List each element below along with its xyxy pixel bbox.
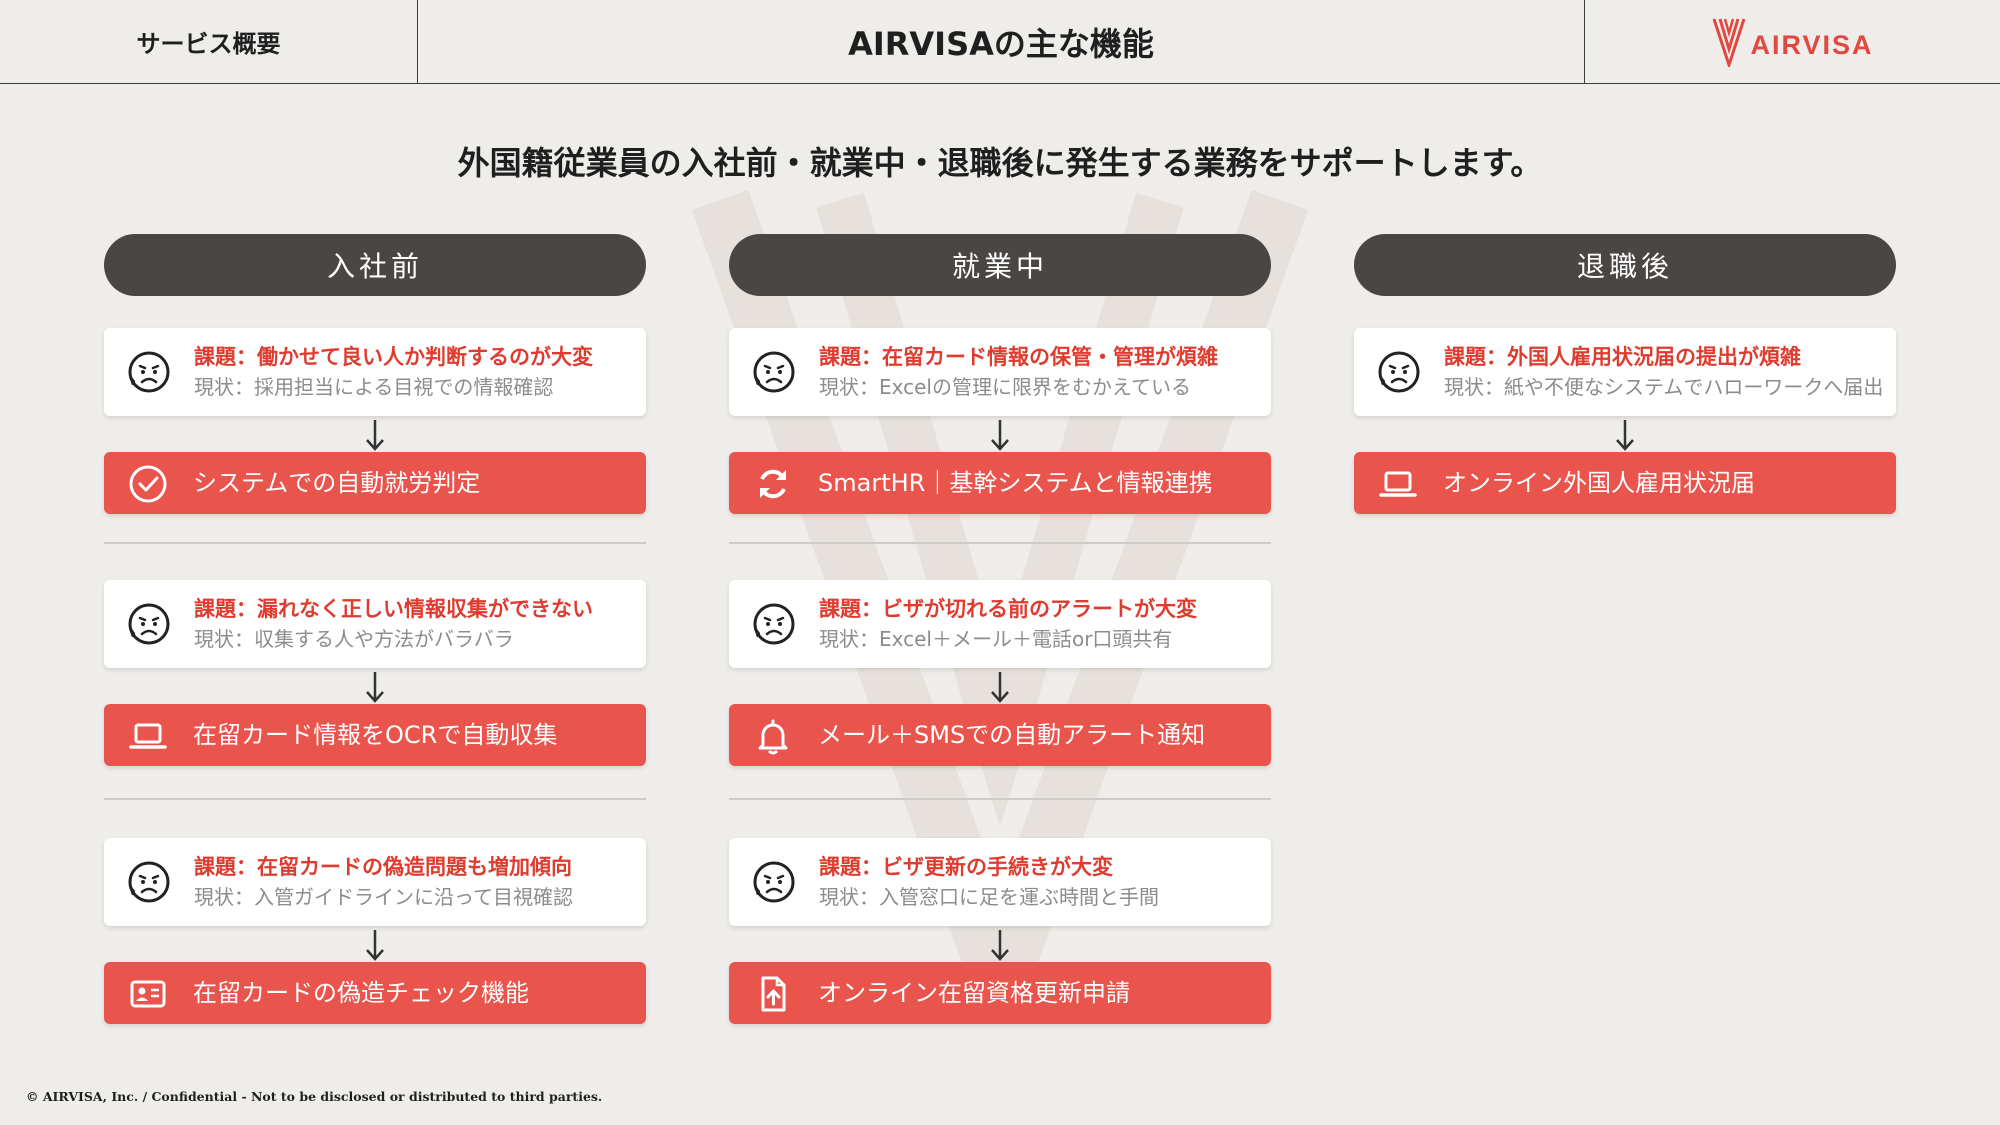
- worried-face-icon: [128, 861, 170, 903]
- status-text: 現状：Excel＋メール＋電話or口頭共有: [819, 627, 1173, 651]
- worried-face-icon: [1378, 351, 1420, 393]
- arrow-down-icon: [991, 672, 1009, 703]
- arrow-down-icon: [366, 420, 384, 451]
- status-text: 現状：収集する人や方法がバラバラ: [194, 627, 514, 651]
- feature-group: 課題：ビザが切れる前のアラートが大変 現状：Excel＋メール＋電話or口頭共有…: [729, 580, 1271, 766]
- feature-group: 課題：在留カードの偽造問題も増加傾向 現状：入管ガイドラインに沿って目視確認 在…: [104, 838, 646, 1024]
- issue-text: 課題：ビザが切れる前のアラートが大変: [819, 597, 1197, 621]
- issue-text: 課題：在留カードの偽造問題も増加傾向: [194, 855, 572, 879]
- subtitle: 外国籍従業員の入社前・就業中・退職後に発生する業務をサポートします。: [457, 144, 1543, 182]
- problem-card: 課題：在留カード情報の保管・管理が煩雑 現状：Excelの管理に限界をむかえてい…: [729, 328, 1271, 416]
- header-bar: サービス概要 AIRVISAの主な機能 AIRVISA: [0, 0, 2000, 84]
- arrow-down-icon: [1616, 420, 1634, 451]
- worried-face-icon: [753, 861, 795, 903]
- column-header: 入社前: [104, 234, 646, 296]
- solution-label: メール＋SMSでの自動アラート通知: [818, 721, 1206, 749]
- bell-icon: [758, 719, 788, 755]
- problem-card: 課題：ビザ更新の手続きが大変 現状：入管窓口に足を運ぶ時間と手間: [729, 838, 1271, 926]
- divider: [729, 542, 1271, 544]
- feature-group: 課題：漏れなく正しい情報収集ができない 現状：収集する人や方法がバラバラ 在留カ…: [104, 580, 646, 766]
- worried-face-icon: [128, 351, 170, 393]
- solution-feature: SmartHR｜基幹システムと情報連携: [729, 452, 1271, 514]
- solution-feature: システムでの自動就労判定: [104, 452, 646, 514]
- airvisa-logo-mark-icon: [1713, 18, 1746, 67]
- arrow-down-icon: [366, 930, 384, 961]
- issue-text: 課題：ビザ更新の手続きが大変: [819, 855, 1113, 879]
- page-title: AIRVISAの主な機能: [848, 24, 1154, 63]
- airvisa-logo: AIRVISA: [1712, 17, 1873, 67]
- column-pre-employment: 入社前 課題：働かせて良い人か判断するのが大変 現状：採用担当による目視での情報…: [104, 234, 646, 1024]
- solution-feature: メール＋SMSでの自動アラート通知: [729, 704, 1271, 766]
- column-header: 就業中: [729, 234, 1271, 296]
- worried-face-icon: [753, 351, 795, 393]
- issue-text: 課題：働かせて良い人か判断するのが大変: [194, 345, 593, 369]
- logo-area: AIRVISA: [1584, 0, 2000, 83]
- solution-feature: 在留カード情報をOCRで自動収集: [104, 704, 646, 766]
- solution-feature: 在留カードの偽造チェック機能: [104, 962, 646, 1024]
- feature-group: 課題：在留カード情報の保管・管理が煩雑 現状：Excelの管理に限界をむかえてい…: [729, 328, 1271, 514]
- status-text: 現状：Excelの管理に限界をむかえている: [819, 375, 1191, 399]
- laptop-icon: [129, 723, 167, 749]
- feature-group: 課題：ビザ更新の手続きが大変 現状：入管窓口に足を運ぶ時間と手間 オンライン在留…: [729, 838, 1271, 1024]
- laptop-icon: [1379, 471, 1417, 497]
- problem-card: 課題：ビザが切れる前のアラートが大変 現状：Excel＋メール＋電話or口頭共有: [729, 580, 1271, 668]
- logo-text: AIRVISA: [1750, 30, 1874, 60]
- section-label: サービス概要: [0, 0, 418, 83]
- solution-label: 在留カードの偽造チェック機能: [193, 979, 529, 1007]
- arrow-down-icon: [991, 420, 1009, 451]
- divider: [104, 798, 646, 800]
- feature-group: 課題：働かせて良い人か判断するのが大変 現状：採用担当による目視での情報確認 シ…: [104, 328, 646, 514]
- column-post-employment: 退職後 課題：外国人雇用状況届の提出が煩雑 現状：紙や不便なシステムでハローワー…: [1354, 234, 1896, 514]
- solution-feature: オンライン在留資格更新申請: [729, 962, 1271, 1024]
- divider: [729, 798, 1271, 800]
- issue-text: 課題：外国人雇用状況届の提出が煩雑: [1444, 345, 1801, 369]
- problem-card: 課題：働かせて良い人か判断するのが大変 現状：採用担当による目視での情報確認: [104, 328, 646, 416]
- sync-icon: [760, 469, 786, 499]
- check-circle-icon: [129, 465, 167, 503]
- status-text: 現状：入管ガイドラインに沿って目視確認: [194, 885, 573, 909]
- status-text: 現状：入管窓口に足を運ぶ時間と手間: [819, 885, 1159, 909]
- solution-feature: オンライン外国人雇用状況届: [1354, 452, 1896, 514]
- arrow-down-icon: [991, 930, 1009, 961]
- worried-face-icon: [753, 603, 795, 645]
- feature-group: 課題：外国人雇用状況届の提出が煩雑 現状：紙や不便なシステムでハローワークへ届出…: [1354, 328, 1896, 514]
- id-card-icon: [130, 980, 166, 1008]
- arrow-down-icon: [366, 672, 384, 703]
- file-upload-icon: [761, 976, 786, 1012]
- column-header: 退職後: [1354, 234, 1896, 296]
- status-text: 現状：採用担当による目視での情報確認: [194, 375, 554, 399]
- divider: [104, 542, 646, 544]
- problem-card: 課題：外国人雇用状況届の提出が煩雑 現状：紙や不便なシステムでハローワークへ届出: [1354, 328, 1896, 416]
- problem-card: 課題：在留カードの偽造問題も増加傾向 現状：入管ガイドラインに沿って目視確認: [104, 838, 646, 926]
- solution-label: SmartHR｜基幹システムと情報連携: [818, 469, 1213, 497]
- issue-text: 課題：漏れなく正しい情報収集ができない: [194, 597, 593, 621]
- worried-face-icon: [128, 603, 170, 645]
- solution-label: オンライン外国人雇用状況届: [1443, 469, 1755, 497]
- column-during-employment: 就業中 課題：在留カード情報の保管・管理が煩雑 現状：Excelの管理に限界をむ…: [729, 234, 1271, 1024]
- solution-label: 在留カード情報をOCRで自動収集: [193, 721, 558, 749]
- solution-label: オンライン在留資格更新申請: [818, 979, 1130, 1007]
- problem-card: 課題：漏れなく正しい情報収集ができない 現状：収集する人や方法がバラバラ: [104, 580, 646, 668]
- solution-label: システムでの自動就労判定: [193, 469, 481, 497]
- status-text: 現状：紙や不便なシステムでハローワークへ届出: [1444, 375, 1884, 399]
- footer-confidential: © AIRVISA, Inc. / Confidential - Not to …: [26, 1089, 603, 1104]
- issue-text: 課題：在留カード情報の保管・管理が煩雑: [819, 345, 1218, 369]
